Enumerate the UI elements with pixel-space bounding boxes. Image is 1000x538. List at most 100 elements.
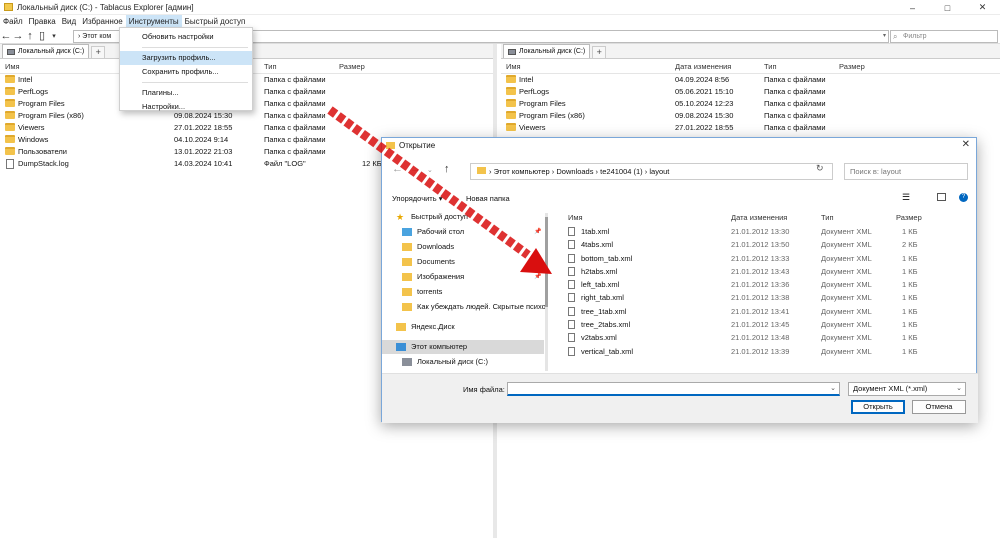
nav-item[interactable]: Изображения 📌 <box>382 270 544 284</box>
title-bar: Локальный диск (C:) - Tablacus Explorer … <box>0 0 1000 15</box>
chevron-down-icon[interactable]: ⌄ <box>956 383 962 395</box>
nav-item[interactable]: torrents <box>382 285 544 299</box>
breadcrumb-item[interactable]: Этот компьютер <box>494 167 550 176</box>
menu-item-settings[interactable]: Настройки... <box>120 100 252 114</box>
nav-item[interactable]: Downloads <box>382 240 544 254</box>
file-row[interactable]: right_tab.xml 21.01.2012 13:38 Документ XM… <box>554 291 974 304</box>
file-row[interactable]: 1tab.xml 21.01.2012 13:30 Документ XML 1 КБ <box>554 225 974 238</box>
organize-button[interactable]: Упорядочить ▾ <box>392 194 442 203</box>
back-arrow-icon[interactable]: ← <box>392 163 403 175</box>
nav-item[interactable]: ★ Быстрый доступ <box>382 210 544 224</box>
col-type[interactable]: Тип <box>821 213 834 222</box>
nav-item[interactable]: Рабочий стол 📌 <box>382 225 544 239</box>
tab-local-disk[interactable]: Локальный диск (C:) <box>503 44 591 58</box>
col-date[interactable]: Дата изменения <box>675 62 731 71</box>
folder-icon <box>5 135 15 143</box>
preview-pane-icon[interactable] <box>937 193 946 201</box>
list-item[interactable]: PerfLogs 05.06.2021 15:10 Папка с файлами <box>501 86 1000 98</box>
address-value: Этот ком <box>82 33 112 40</box>
minimize-button[interactable]: – <box>895 0 930 15</box>
open-file-dialog: Открытие ✕ ← → ⌄ ↑ › Этот компьютер › Do… <box>381 137 978 423</box>
file-row[interactable]: bottom_tab.xml 21.01.2012 13:33 Документ X… <box>554 252 974 265</box>
open-button[interactable]: Открыть <box>851 400 905 414</box>
list-item[interactable]: Viewers 27.01.2022 18:55 Папка с файлами <box>0 122 493 134</box>
col-type[interactable]: Тип <box>764 62 777 71</box>
file-date: 27.01.2022 18:55 <box>174 123 233 132</box>
dialog-close-icon[interactable]: ✕ <box>962 139 970 150</box>
file-row[interactable]: tree_1tab.xml 21.01.2012 13:41 Документ XM… <box>554 305 974 318</box>
file-name: 4tabs.xml <box>581 240 614 250</box>
forward-arrow-icon[interactable]: → <box>410 163 421 175</box>
help-icon[interactable]: ? <box>959 193 968 202</box>
forward-arrow-icon[interactable]: → <box>12 29 24 43</box>
pin-icon[interactable]: 📌 <box>534 270 541 284</box>
maximize-button[interactable]: □ <box>930 0 965 15</box>
new-tab-icon[interactable]: ▯ <box>36 29 48 43</box>
list-item[interactable]: Program Files 05.10.2024 12:23 Папка с фай… <box>501 98 1000 110</box>
list-item[interactable]: Viewers 27.01.2022 18:55 Папка с файлами <box>501 122 1000 134</box>
close-button[interactable]: ✕ <box>965 0 1000 15</box>
recent-dropdown-icon[interactable]: ⌄ <box>427 166 433 174</box>
up-arrow-icon[interactable]: ↑ <box>24 29 36 43</box>
col-type[interactable]: Тип <box>264 62 277 71</box>
back-arrow-icon[interactable]: ← <box>0 29 12 43</box>
view-options-icon[interactable]: ☰ <box>902 192 910 203</box>
breadcrumb-item[interactable]: layout <box>649 167 669 176</box>
folder-icon <box>402 273 412 281</box>
add-tab-button[interactable]: + <box>592 46 607 58</box>
nav-item[interactable]: Локальный диск (C:) <box>382 355 544 369</box>
nav-item[interactable]: Яндекс.Диск <box>382 320 544 334</box>
list-item[interactable]: Intel 04.09.2024 8:56 Папка с файлами <box>501 74 1000 86</box>
file-date: 21.01.2012 13:38 <box>731 293 790 303</box>
breadcrumb-item[interactable]: Downloads <box>556 167 593 176</box>
file-row[interactable]: v2tabs.xml 21.01.2012 13:48 Документ XML 1 … <box>554 331 974 344</box>
refresh-icon[interactable]: ↻ <box>816 163 824 174</box>
nav-scrollbar[interactable] <box>545 213 548 371</box>
file-row[interactable]: 4tabs.xml 21.01.2012 13:50 Документ XML 2 К… <box>554 238 974 251</box>
up-arrow-icon[interactable]: ↑ <box>444 163 450 175</box>
scrollbar-thumb[interactable] <box>545 217 548 307</box>
nav-item[interactable]: Documents <box>382 255 544 269</box>
file-row[interactable]: h2tabs.xml 21.01.2012 13:43 Документ XML 1 … <box>554 265 974 278</box>
menu-item-load-profile[interactable]: Загрузить профиль... <box>120 51 252 65</box>
menu-item-reload-settings[interactable]: Обновить настройки <box>120 30 252 44</box>
history-dropdown-icon[interactable]: ▾ <box>48 29 60 43</box>
file-size: 1 КБ <box>902 306 918 316</box>
filetype-select[interactable]: Документ XML (*.xml) ⌄ <box>848 382 966 396</box>
menu-edit[interactable]: Правка <box>26 15 59 28</box>
dialog-search-input[interactable]: Поиск в: layout <box>844 163 968 180</box>
add-tab-button[interactable]: + <box>91 46 106 58</box>
pin-icon[interactable]: 📌 <box>534 225 541 239</box>
file-name: left_tab.xml <box>581 280 620 290</box>
file-size: 1 КБ <box>902 293 918 303</box>
file-row[interactable]: vertical_tab.xml 21.01.2012 13:39 Документ… <box>554 345 974 358</box>
col-name[interactable]: Имя <box>5 62 20 71</box>
dialog-toolbar: Упорядочить ▾ Новая папка ☰ ? <box>382 190 978 208</box>
chevron-down-icon[interactable]: ▾ <box>883 31 886 42</box>
menu-file[interactable]: Файл <box>0 15 26 28</box>
col-name[interactable]: Имя <box>506 62 521 71</box>
folder-icon <box>5 75 15 83</box>
file-row[interactable]: tree_2tabs.xml 21.01.2012 13:45 Документ X… <box>554 318 974 331</box>
breadcrumb-item[interactable]: te241004 (1) <box>600 167 643 176</box>
col-size[interactable]: Размер <box>839 62 865 71</box>
menu-view[interactable]: Вид <box>59 15 79 28</box>
filter-input[interactable]: ⌕ Фильтр <box>890 30 998 43</box>
col-size[interactable]: Размер <box>339 62 365 71</box>
cancel-button[interactable]: Отмена <box>912 400 966 414</box>
nav-item[interactable]: Как убеждать людей. Скрытые психо <box>382 300 546 314</box>
nav-item[interactable]: Этот компьютер <box>382 340 544 354</box>
menu-item-plugins[interactable]: Плагины... <box>120 86 252 100</box>
col-date[interactable]: Дата изменения <box>731 213 787 222</box>
xml-file-icon <box>568 266 575 276</box>
menu-item-save-profile[interactable]: Сохранить профиль... <box>120 65 252 79</box>
filename-input[interactable]: ⌄ <box>507 382 840 396</box>
tab-local-disk[interactable]: Локальный диск (C:) <box>2 44 90 58</box>
col-name[interactable]: Имя <box>568 213 583 222</box>
col-size[interactable]: Размер <box>896 213 922 222</box>
list-item[interactable]: Program Files (x86) 09.08.2024 15:30 Папка… <box>501 110 1000 122</box>
dialog-breadcrumb[interactable]: › Этот компьютер › Downloads › te241004 … <box>470 163 833 180</box>
new-folder-button[interactable]: Новая папка <box>466 194 510 203</box>
chevron-down-icon[interactable]: ⌄ <box>830 384 836 392</box>
file-row[interactable]: left_tab.xml 21.01.2012 13:36 Документ XML… <box>554 278 974 291</box>
